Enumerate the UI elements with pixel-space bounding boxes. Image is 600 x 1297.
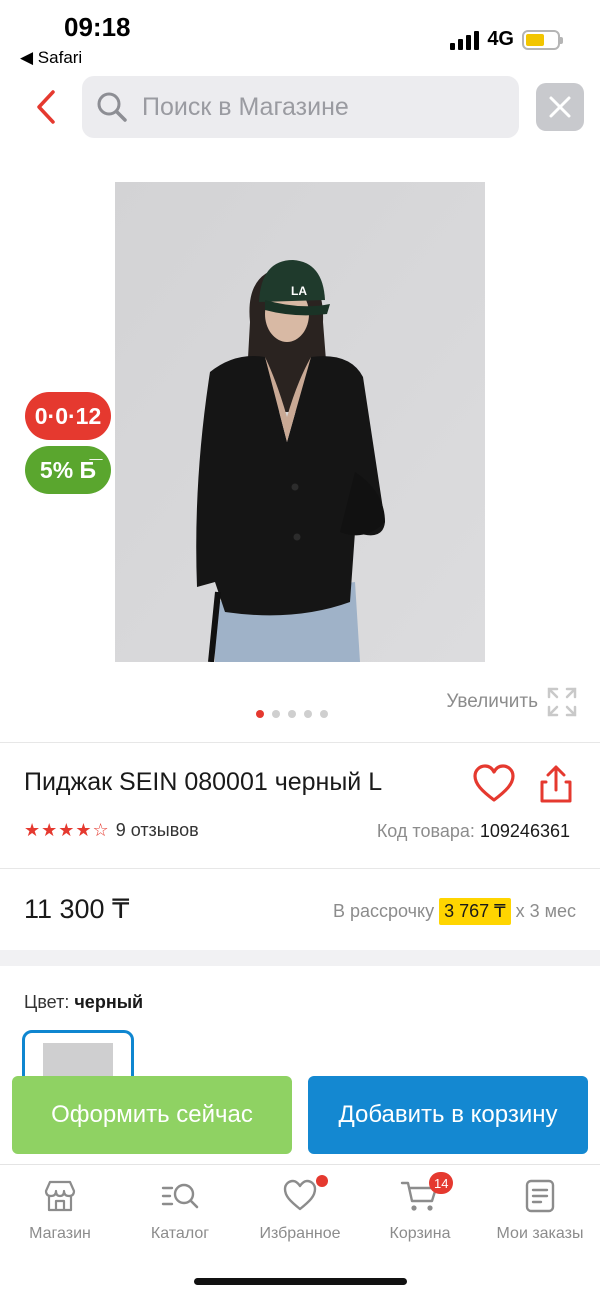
rating-stars: ★★★★☆ bbox=[24, 820, 110, 840]
tab-label: Каталог bbox=[150, 1225, 210, 1242]
bonus-badge: 5% Б̅ bbox=[25, 446, 111, 494]
favorite-button[interactable] bbox=[472, 764, 516, 804]
zoom-label: Увеличить bbox=[446, 691, 538, 712]
search-icon bbox=[97, 92, 127, 122]
product-code: Код товара: 109246361 bbox=[377, 821, 570, 842]
installment-amount: 3 767 ₸ bbox=[439, 898, 511, 925]
divider bbox=[0, 742, 600, 743]
tab-label: Избранное bbox=[259, 1225, 341, 1242]
pagination-dot[interactable] bbox=[320, 710, 328, 718]
home-indicator[interactable] bbox=[194, 1278, 407, 1285]
chevron-left-icon bbox=[37, 90, 55, 124]
pagination-dot[interactable] bbox=[256, 710, 264, 718]
back-button[interactable] bbox=[28, 86, 64, 128]
price: 11 300 ₸ bbox=[24, 894, 130, 924]
tab-label: Магазин bbox=[29, 1225, 91, 1242]
close-icon bbox=[549, 96, 571, 118]
tab-favorites[interactable]: Избранное bbox=[240, 1165, 360, 1254]
pagination-dot[interactable] bbox=[288, 710, 296, 718]
tab-label: Корзина bbox=[389, 1225, 451, 1242]
installment-prefix: В рассрочку bbox=[332, 901, 435, 921]
order-now-button[interactable]: Оформить сейчас bbox=[12, 1076, 292, 1154]
gallery-pagination bbox=[256, 710, 328, 718]
back-to-safari-link[interactable]: ◀ Safari bbox=[20, 48, 82, 68]
store-icon bbox=[44, 1180, 76, 1212]
product-code-label: Код товара: bbox=[376, 821, 475, 841]
product-code-value: 109246361 bbox=[479, 821, 570, 841]
rating[interactable]: ★★★★☆ 9 отзывов bbox=[24, 820, 199, 841]
color-label: Цвет: черный bbox=[24, 992, 143, 1013]
tab-my-orders[interactable]: Мои заказы bbox=[480, 1165, 600, 1254]
battery-icon bbox=[522, 29, 563, 50]
search-input[interactable] bbox=[142, 92, 502, 122]
product-photo: LA bbox=[115, 182, 485, 662]
product-title: Пиджак SEIN 080001 черный L bbox=[24, 768, 383, 796]
tab-catalog[interactable]: Каталог bbox=[120, 1165, 240, 1254]
bottom-tab-bar: Магазин Каталог Избранное 14 Корзина Мои… bbox=[0, 1164, 600, 1254]
tab-store[interactable]: Магазин bbox=[0, 1165, 120, 1254]
catalog-search-icon bbox=[161, 1183, 199, 1209]
close-search-button[interactable] bbox=[536, 83, 584, 131]
pagination-dot[interactable] bbox=[272, 710, 280, 718]
cart-count-badge: 14 bbox=[429, 1172, 454, 1194]
status-right: 4G bbox=[450, 28, 563, 51]
installment-suffix: х 3 мес bbox=[515, 901, 576, 921]
expand-icon bbox=[547, 687, 577, 717]
heart-icon bbox=[283, 1179, 317, 1211]
network-type: 4G bbox=[487, 28, 514, 50]
notification-dot bbox=[316, 1175, 328, 1187]
installment-badge: 0·0·12 bbox=[25, 392, 111, 440]
divider bbox=[0, 868, 600, 869]
reviews-link[interactable]: 9 отзывов bbox=[116, 820, 199, 841]
tab-cart[interactable]: 14 Корзина bbox=[360, 1165, 480, 1254]
search-field[interactable] bbox=[82, 76, 519, 138]
add-to-cart-button[interactable]: Добавить в корзину bbox=[308, 1076, 588, 1154]
signal-icon bbox=[450, 30, 480, 50]
heart-icon bbox=[473, 764, 515, 802]
pagination-dot[interactable] bbox=[304, 710, 312, 718]
status-bar: 09:18 ◀ Safari 4G bbox=[0, 0, 600, 72]
product-image[interactable]: LA bbox=[115, 182, 485, 662]
share-button[interactable] bbox=[538, 764, 574, 804]
zoom-button[interactable]: Увеличить bbox=[446, 686, 578, 718]
status-time: 09:18 bbox=[64, 12, 131, 42]
tab-label: Мои заказы bbox=[496, 1225, 584, 1242]
svg-text:LA: LA bbox=[291, 284, 307, 298]
color-label-text: Цвет: bbox=[24, 992, 70, 1012]
installment-info[interactable]: В рассрочку 3 767 ₸ х 3 мес bbox=[333, 898, 576, 925]
color-value: черный bbox=[74, 992, 144, 1012]
section-separator bbox=[0, 950, 600, 966]
share-icon bbox=[540, 765, 572, 803]
orders-icon bbox=[525, 1179, 555, 1213]
